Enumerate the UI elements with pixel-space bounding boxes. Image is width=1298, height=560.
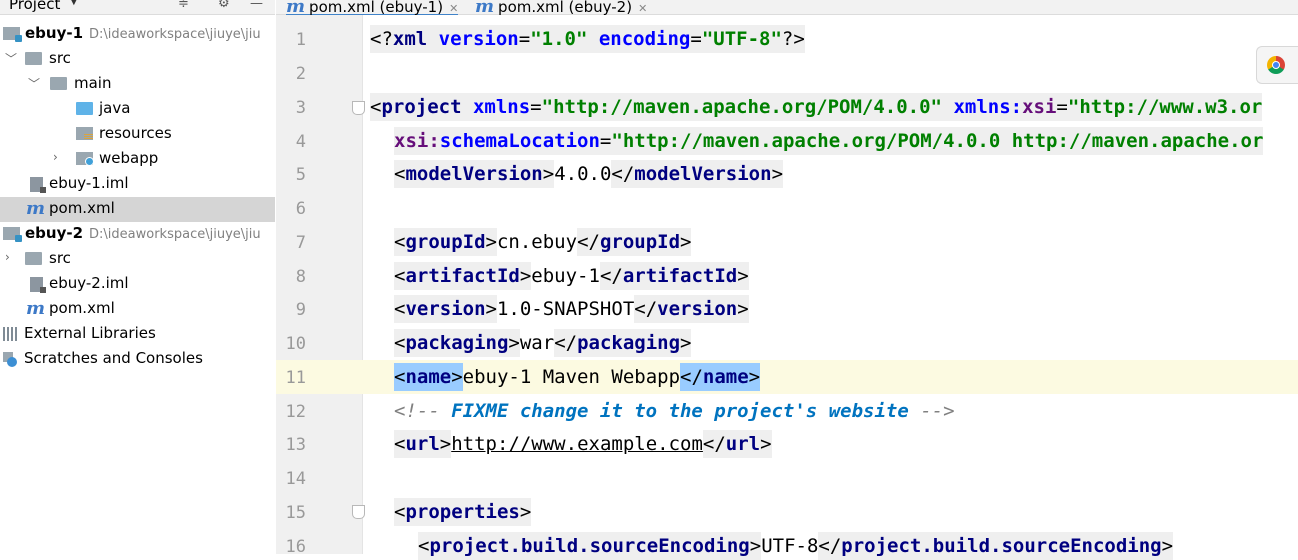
line-number: 6	[295, 199, 306, 219]
resources-folder-icon	[76, 127, 93, 140]
module-folder-icon	[3, 227, 22, 242]
line-number: 11	[285, 368, 306, 388]
project-tool-window: Project ▼ ≑ ⚙ — ebuy-1 D:\ideaworkspace\j…	[0, 0, 275, 554]
tree-item-src-2[interactable]: › src	[0, 247, 275, 272]
code-line-9: <version>1.0-SNAPSHOT</version>	[394, 295, 749, 323]
source-folder-icon	[76, 102, 93, 115]
tree-item-external-libraries[interactable]: External Libraries	[0, 322, 275, 347]
chrome-icon[interactable]	[1267, 56, 1285, 74]
tree-item-java[interactable]: java	[0, 97, 275, 122]
code-line-5: <modelVersion>4.0.0</modelVersion>	[394, 160, 784, 188]
code-line-8: <artifactId>ebuy-1</artifactId>	[394, 262, 749, 290]
tree-item-pom-xml-2[interactable]: m pom.xml	[0, 297, 275, 322]
tree-item-resources[interactable]: resources	[0, 122, 275, 147]
tree-item-ebuy-1[interactable]: ebuy-1 D:\ideaworkspace\jiuye\jiu	[0, 22, 275, 47]
code-line-15: <properties>	[394, 498, 532, 526]
line-number: 16	[285, 537, 306, 557]
line-number: 2	[295, 64, 306, 84]
url-link[interactable]: http://www.example.com	[451, 433, 703, 455]
line-number: 15	[285, 503, 306, 523]
code-line-13: <url>http://www.example.com</url>	[394, 430, 772, 458]
line-number: 10	[285, 334, 306, 354]
locate-icon[interactable]: ≑	[178, 0, 189, 11]
chevron-down-icon[interactable]: ▼	[70, 0, 78, 7]
chevron-down-icon[interactable]: ﹀	[5, 50, 17, 67]
line-number: 3	[295, 98, 306, 118]
tree-item-ebuy-1-iml[interactable]: ebuy-1.iml	[0, 172, 275, 197]
scratches-icon	[3, 352, 17, 367]
close-icon[interactable]: ✕	[449, 2, 458, 15]
line-number: 9	[295, 300, 306, 320]
tree-item-label: pom.xml	[49, 199, 115, 217]
chevron-right-icon[interactable]: ›	[53, 150, 58, 164]
tree-item-label: pom.xml	[49, 299, 115, 317]
tree-item-label: ebuy-2.iml	[49, 274, 129, 292]
code-line-7: <groupId>cn.ebuy</groupId>	[394, 228, 692, 256]
line-number: 8	[295, 267, 306, 287]
folder-icon	[25, 52, 42, 65]
gear-icon[interactable]: ⚙	[218, 0, 230, 11]
line-number: 13	[285, 435, 306, 455]
project-panel-header: Project ▼ ≑ ⚙ —	[0, 0, 275, 15]
tree-item-main[interactable]: ﹀ main	[0, 72, 275, 97]
tree-item-label: main	[74, 74, 112, 92]
tree-item-src[interactable]: ﹀ src	[0, 47, 275, 72]
folder-icon	[25, 252, 42, 265]
tree-item-pom-xml-1[interactable]: m pom.xml	[0, 197, 275, 222]
chevron-down-icon[interactable]: ﹀	[28, 75, 40, 92]
web-folder-icon	[76, 152, 94, 166]
tree-item-label: External Libraries	[24, 324, 156, 342]
fold-marker[interactable]	[352, 101, 365, 115]
library-icon	[3, 327, 19, 341]
schema-location-attr: xsi:schemaLocation="http://maven.apache.…	[394, 127, 1264, 155]
tree-item-label: src	[49, 249, 71, 267]
code-line-11: <name>ebuy-1 Maven Webapp</name>	[394, 363, 761, 391]
code-line-4: xsi:schemaLocation="http://maven.apache.…	[394, 127, 1264, 155]
tree-item-label: src	[49, 49, 71, 67]
code-line-3: <project xmlns="http://maven.apache.org/…	[370, 93, 1263, 121]
tab-label: pom.xml (ebuy-2)	[498, 0, 633, 16]
minimize-icon[interactable]: —	[250, 0, 263, 11]
line-number: 7	[295, 233, 306, 253]
close-icon[interactable]: ✕	[638, 2, 647, 15]
tree-item-label: webapp	[99, 149, 159, 167]
tree-item-webapp[interactable]: › webapp	[0, 147, 275, 172]
code-line-1: <?xml version="1.0" encoding="UTF-8"?>	[370, 25, 805, 53]
module-name: ebuy-1	[25, 24, 84, 42]
editor-tab-bar: m pom.xml (ebuy-1) ✕ m pom.xml (ebuy-2) ✕	[276, 0, 1298, 17]
line-number: 12	[285, 402, 306, 422]
iml-file-icon	[30, 177, 46, 193]
project-view-selector[interactable]: Project	[9, 0, 60, 13]
folder-icon	[50, 77, 67, 90]
code-line-12: <!-- FIXME change it to the project's we…	[394, 400, 955, 422]
line-number: 4	[295, 132, 306, 152]
maven-file-icon: m	[26, 198, 46, 219]
line-number: 5	[295, 165, 306, 185]
open-in-browser-button[interactable]	[1256, 46, 1298, 84]
iml-file-icon	[30, 277, 46, 293]
tab-label: pom.xml (ebuy-1)	[309, 0, 444, 16]
tab-pom-ebuy-2[interactable]: m pom.xml (ebuy-2) ✕	[475, 0, 647, 17]
xml-declaration: <?xml version="1.0" encoding="UTF-8"?>	[370, 25, 805, 53]
module-path: D:\ideaworkspace\jiuye\jiu	[89, 27, 261, 42]
tree-item-ebuy-2-iml[interactable]: ebuy-2.iml	[0, 272, 275, 297]
tree-item-label: ebuy-1.iml	[49, 174, 129, 192]
project-tag: <project xmlns="http://maven.apache.org/…	[370, 93, 1263, 121]
tree-item-label: Scratches and Consoles	[24, 349, 203, 367]
tree-item-scratches[interactable]: Scratches and Consoles	[0, 347, 275, 372]
tree-item-label: resources	[99, 124, 172, 142]
line-number: 1	[295, 30, 306, 50]
tree-item-ebuy-2[interactable]: ebuy-2 D:\ideaworkspace\jiuye\jiu	[0, 222, 275, 247]
chevron-right-icon[interactable]: ›	[5, 250, 10, 264]
fold-marker[interactable]	[352, 505, 365, 519]
module-path: D:\ideaworkspace\jiuye\jiu	[89, 227, 261, 242]
module-name: ebuy-2	[25, 224, 84, 242]
maven-file-icon: m	[26, 298, 46, 319]
line-number: 14	[285, 469, 306, 489]
tree-item-label: java	[99, 99, 131, 117]
module-folder-icon	[3, 27, 22, 42]
code-line-10: <packaging>war</packaging>	[394, 329, 692, 357]
todo-comment: FIXME change it to the project's website	[451, 400, 909, 422]
